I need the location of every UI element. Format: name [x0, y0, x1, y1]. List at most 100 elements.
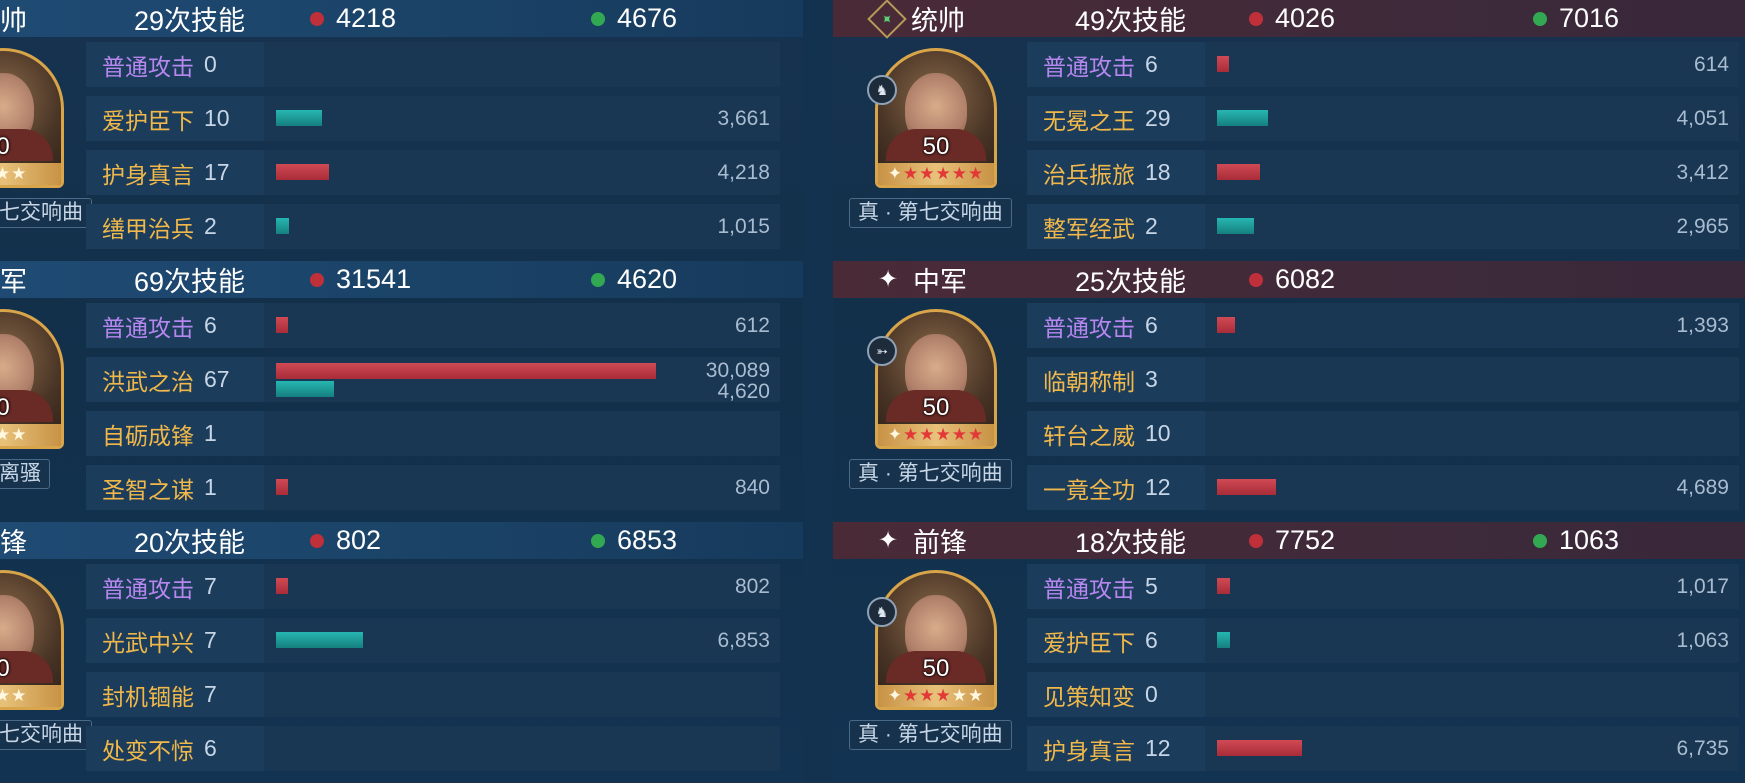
role-label: ✦ 中军: [873, 260, 967, 299]
bar-area: [1217, 303, 1597, 348]
skill-row[interactable]: 普通攻击 5 1,017: [1027, 564, 1739, 609]
heal-total: 6853: [591, 525, 677, 556]
hero-portrait[interactable]: 0★★★: [0, 48, 64, 188]
skill-row[interactable]: 一竟全功 12 4,689: [1027, 465, 1739, 510]
star-rating: ★★★: [0, 163, 61, 185]
skill-value: 614: [1693, 53, 1729, 76]
skill-uses: 6: [204, 312, 217, 338]
unit-block: 锋 20次技能 802 6853 0★★★ 七交响曲 普通攻击 7 802 光武中兴 7 6,853 封…: [0, 522, 803, 783]
unit-header: 军 69次技能 31541 4620: [0, 261, 803, 298]
skill-name: 光武中兴: [102, 629, 194, 656]
skill-row[interactable]: 自砺成锋 1: [86, 411, 780, 456]
skill-count: 69次技能: [134, 267, 246, 297]
skill-uses: 2: [204, 213, 217, 239]
bar-area: [1217, 564, 1597, 609]
hero-portrait[interactable]: 50 ✦★★★★★: [875, 309, 997, 449]
skill-value: 6,853: [717, 629, 770, 652]
skill-cell: 圣智之谋 1: [86, 465, 264, 510]
damage-value: 31541: [336, 264, 412, 294]
skill-row[interactable]: 封机锢能 7: [86, 672, 780, 717]
heal-total: 4620: [591, 264, 677, 295]
hero-portrait[interactable]: 0★★★: [0, 570, 64, 710]
skill-name: 普通攻击: [102, 53, 194, 80]
skill-cell: 普通攻击 6: [1027, 42, 1205, 87]
left-team-panel: 帅29次技能421846760★★★七交响曲普通攻击0爱护臣下103,661护身…: [0, 0, 803, 781]
skill-row[interactable]: 普通攻击 6 1,393: [1027, 303, 1739, 348]
role-label: 锋: [0, 521, 27, 560]
bar-area: [276, 672, 656, 717]
damage-bar: [276, 578, 288, 594]
skill-row[interactable]: 护身真言 17 4,218: [86, 150, 780, 195]
unit-block: ✦ 统帅 49次技能 4026 7016 50 ✦★★★★★ ♞ 真 · 第七交响曲 普通攻击 6 6…: [833, 0, 1745, 261]
skill-row[interactable]: 圣智之谋 1 840: [86, 465, 780, 510]
heal-bar: [276, 110, 323, 126]
hero-level: 0: [0, 394, 61, 422]
skill-uses: 6: [1145, 312, 1158, 338]
hero-level: 50: [922, 133, 950, 160]
bar-area: [276, 564, 656, 609]
skill-row[interactable]: 整军经武 2 2,965: [1027, 204, 1739, 249]
skill-name: 整军经武: [1043, 215, 1135, 242]
heal-value: 4620: [617, 264, 678, 294]
bar-area: [1217, 465, 1597, 510]
damage-total: 802: [310, 525, 381, 556]
skill-row[interactable]: 光武中兴 7 6,853: [86, 618, 780, 663]
bar-area: [276, 618, 656, 663]
skill-name: 封机锢能: [102, 683, 194, 710]
sparkle-icon: ✦: [877, 527, 899, 554]
skill-uses: 1: [204, 474, 217, 500]
skill-uses: 6: [1145, 627, 1158, 653]
skill-row[interactable]: 普通攻击 7 802: [86, 564, 780, 609]
skill-name: 护身真言: [1043, 737, 1135, 764]
skill-uses: 7: [204, 627, 217, 653]
skill-row[interactable]: 见策知变 0: [1027, 672, 1739, 717]
skill-row[interactable]: 轩台之威 10: [1027, 411, 1739, 456]
skill-row[interactable]: 普通攻击 0: [86, 42, 780, 87]
bar-area: [1217, 672, 1597, 717]
hero-portrait[interactable]: 50 ✦★★★★★: [875, 48, 997, 188]
skill-row[interactable]: 普通攻击 6 612: [86, 303, 780, 348]
skill-uses: 6: [204, 735, 217, 761]
skill-row[interactable]: 处变不惊 6: [86, 726, 780, 771]
skill-name: 普通攻击: [102, 314, 194, 341]
skill-value: 3,661: [717, 107, 770, 130]
skill-value: 612: [734, 314, 770, 337]
heal-total: 1063: [1533, 525, 1619, 556]
skill-value: 4,689: [1676, 476, 1729, 499]
damage-dot-icon: [310, 272, 324, 287]
damage-total: 6082: [1249, 264, 1335, 295]
skill-name: 临朝称制: [1043, 368, 1135, 395]
skill-name: 爱护臣下: [102, 107, 194, 134]
unit-block: 帅29次技能421846760★★★七交响曲普通攻击0爱护臣下103,661护身…: [0, 0, 803, 261]
damage-bar: [1217, 317, 1235, 333]
role-name: 帅: [0, 6, 27, 36]
skill-row[interactable]: 爱护臣下 6 1,063: [1027, 618, 1739, 663]
hero-portrait[interactable]: 50 ✦★★★★★: [875, 570, 997, 710]
skill-row[interactable]: 治兵振旅 18 3,412: [1027, 150, 1739, 195]
skill-uses: 10: [204, 105, 230, 131]
unit-block: 军 69次技能 31541 4620 0★★★ 离骚 普通攻击 6 612 洪武之治 67 30,08…: [0, 261, 803, 522]
bar-area: [1217, 411, 1597, 456]
bar-area: [276, 411, 656, 456]
skill-row[interactable]: 无冕之王 29 4,051: [1027, 96, 1739, 141]
skill-uses: 0: [204, 51, 217, 77]
heal-dot-icon: [591, 11, 605, 26]
formation-tag: 真 · 第七交响曲: [849, 198, 1012, 228]
heal-bar: [276, 632, 363, 648]
skill-uses: 5: [1145, 573, 1158, 599]
skill-row[interactable]: 缮甲治兵 2 1,015: [86, 204, 780, 249]
skill-row[interactable]: 爱护臣下 10 3,661: [86, 96, 780, 141]
heal-bar: [276, 218, 289, 234]
skill-row[interactable]: 临朝称制 3: [1027, 357, 1739, 402]
skill-value: 1,063: [1676, 629, 1729, 652]
skill-cell: 无冕之王 29: [1027, 96, 1205, 141]
skill-row[interactable]: 普通攻击 6 614: [1027, 42, 1739, 87]
role-label: 军: [0, 260, 27, 299]
skill-name: 普通攻击: [102, 575, 194, 602]
skill-value: 4,218: [717, 161, 770, 184]
skill-row[interactable]: 洪武之治 67 30,089 4,620: [86, 357, 780, 402]
skill-row[interactable]: 护身真言 12 6,735: [1027, 726, 1739, 771]
hero-portrait[interactable]: 0★★★: [0, 309, 64, 449]
heal-dot-icon: [1533, 533, 1547, 548]
unit-block: ✦ 中军 25次技能 6082 50 ✦★★★★★ ➳ 真 · 第七交响曲 普通攻击 6 1,393…: [833, 261, 1745, 522]
